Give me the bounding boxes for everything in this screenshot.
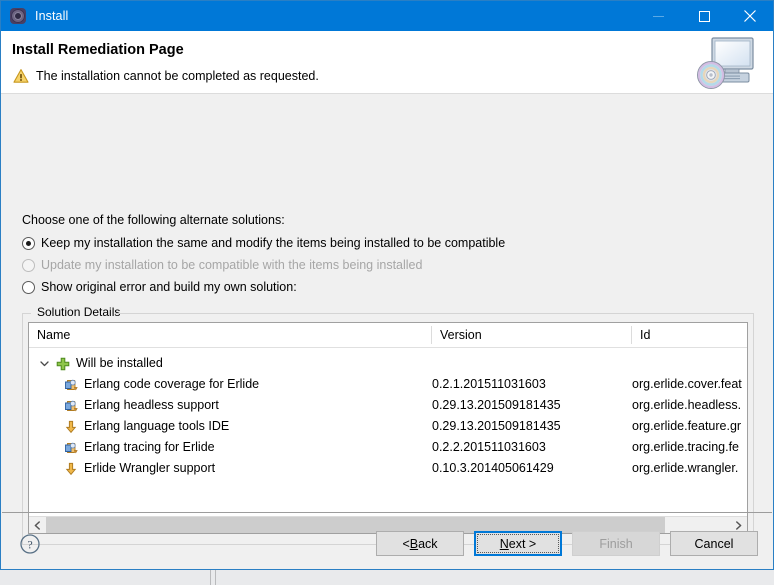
- group-label: Solution Details: [34, 305, 124, 319]
- feature-plugin-icon: [65, 400, 78, 411]
- radio-option-label: Show original error and build my own sol…: [41, 280, 297, 294]
- table-body: Will be installed Erlang code coverage f…: [29, 348, 747, 516]
- table-row[interactable]: Erlang headless support 0.29.13.20150918…: [29, 395, 747, 416]
- page-body: Choose one of the following alternate so…: [1, 94, 773, 569]
- row-version: 0.29.13.201509181435: [432, 398, 561, 412]
- window-controls: [635, 1, 773, 31]
- window-title: Install: [35, 9, 69, 23]
- status-message: The installation cannot be completed as …: [36, 69, 319, 83]
- svg-text:?: ?: [27, 537, 32, 551]
- minimize-icon: [652, 15, 664, 17]
- feature-plugin-icon: [65, 379, 78, 390]
- install-wizard-window: Install Install Remediation Page The ins…: [0, 0, 774, 570]
- table-header-row: Name Version Id: [29, 323, 747, 348]
- close-icon: [744, 10, 756, 22]
- close-button[interactable]: [727, 1, 773, 31]
- group-row-name-cell[interactable]: Will be installed: [39, 353, 429, 374]
- maximize-button[interactable]: [681, 1, 727, 31]
- green-plus-icon: [56, 357, 70, 370]
- chevron-left-icon: [34, 520, 40, 530]
- instruction-text: Choose one of the following alternate so…: [22, 213, 285, 227]
- row-id: org.erlide.headless.: [632, 398, 742, 412]
- row-name-cell[interactable]: Erlang language tools IDE: [63, 416, 429, 437]
- table-row[interactable]: Erlang tracing for Erlide 0.2.2.20151103…: [29, 437, 747, 458]
- cancel-button[interactable]: Cancel: [670, 531, 758, 556]
- group-row-label: Will be installed: [76, 356, 163, 370]
- feature-plugin-icon: [65, 442, 78, 453]
- maximize-icon: [698, 10, 710, 22]
- column-header-name[interactable]: Name: [29, 323, 431, 347]
- footer-separator: [2, 512, 772, 513]
- row-name: Erlang language tools IDE: [84, 419, 230, 433]
- download-arrow-icon: [65, 420, 77, 433]
- table-row[interactable]: Erlang language tools IDE 0.29.13.201509…: [29, 416, 747, 437]
- next-button[interactable]: Next >: [474, 531, 562, 556]
- row-id: org.erlide.feature.gr: [632, 419, 742, 433]
- row-name-cell[interactable]: Erlang headless support: [63, 395, 429, 416]
- help-button[interactable]: ?: [19, 533, 41, 555]
- download-arrow-icon: [65, 462, 77, 475]
- radio-option-label: Update my installation to be compatible …: [41, 258, 423, 272]
- row-name-cell[interactable]: Erlide Wrangler support: [63, 458, 429, 479]
- radio-option-keep-installation[interactable]: Keep my installation the same and modify…: [22, 234, 505, 252]
- column-header-version[interactable]: Version: [432, 323, 631, 347]
- title-bar: Install: [1, 1, 773, 31]
- status-message-row: The installation cannot be completed as …: [13, 68, 319, 84]
- row-name-cell[interactable]: Erlang tracing for Erlide: [63, 437, 429, 458]
- screenshot-root: Install Install Remediation Page The ins…: [0, 0, 774, 585]
- table-row[interactable]: Erlide Wrangler support 0.10.3.201405061…: [29, 458, 747, 479]
- row-version: 0.29.13.201509181435: [432, 419, 561, 433]
- help-question-icon: ?: [20, 534, 40, 554]
- page-header: Install Remediation Page The installatio…: [1, 31, 773, 94]
- radio-option-show-original-error[interactable]: Show original error and build my own sol…: [22, 278, 297, 296]
- computer-with-disc-icon: [697, 37, 754, 89]
- row-id: org.erlide.tracing.fe: [632, 440, 740, 454]
- radio-option-label: Keep my installation the same and modify…: [41, 236, 506, 250]
- row-name: Erlang code coverage for Erlide: [84, 377, 260, 391]
- radio-indicator: [22, 258, 35, 272]
- radio-indicator[interactable]: [22, 236, 35, 250]
- solution-details-group: Solution Details Name Version Id Will be…: [22, 305, 754, 545]
- scroll-left-button[interactable]: [29, 517, 46, 533]
- row-name: Erlang headless support: [84, 398, 219, 412]
- row-name: Erlang tracing for Erlide: [84, 440, 215, 454]
- finish-button: Finish: [572, 531, 660, 556]
- column-header-id[interactable]: Id: [632, 323, 747, 347]
- chevron-right-icon: [736, 520, 742, 530]
- radio-indicator[interactable]: [22, 280, 35, 294]
- solution-details-table: Name Version Id Will be installed Erlang…: [28, 322, 748, 534]
- wizard-button-row: < Back Next > Finish Cancel: [376, 531, 758, 556]
- radio-option-update-installation: Update my installation to be compatible …: [22, 256, 422, 274]
- row-id: org.erlide.cover.feat: [632, 377, 742, 391]
- row-version: 0.2.2.201511031603: [432, 440, 546, 454]
- row-name-cell[interactable]: Erlang code coverage for Erlide: [63, 374, 429, 395]
- table-row[interactable]: Erlang code coverage for Erlide 0.2.1.20…: [29, 374, 747, 395]
- back-button[interactable]: < Back: [376, 531, 464, 556]
- row-id: org.erlide.wrangler.: [632, 461, 739, 475]
- row-version: 0.2.1.201511031603: [432, 377, 546, 391]
- row-name: Erlide Wrangler support: [84, 461, 216, 475]
- minimize-button[interactable]: [635, 1, 681, 31]
- table-group-row[interactable]: Will be installed: [29, 353, 747, 374]
- gear-icon: [10, 8, 26, 24]
- warning-icon: [13, 69, 29, 83]
- page-title: Install Remediation Page: [12, 42, 184, 58]
- chevron-down-icon[interactable]: [39, 358, 50, 369]
- row-version: 0.10.3.201405061429: [432, 461, 554, 475]
